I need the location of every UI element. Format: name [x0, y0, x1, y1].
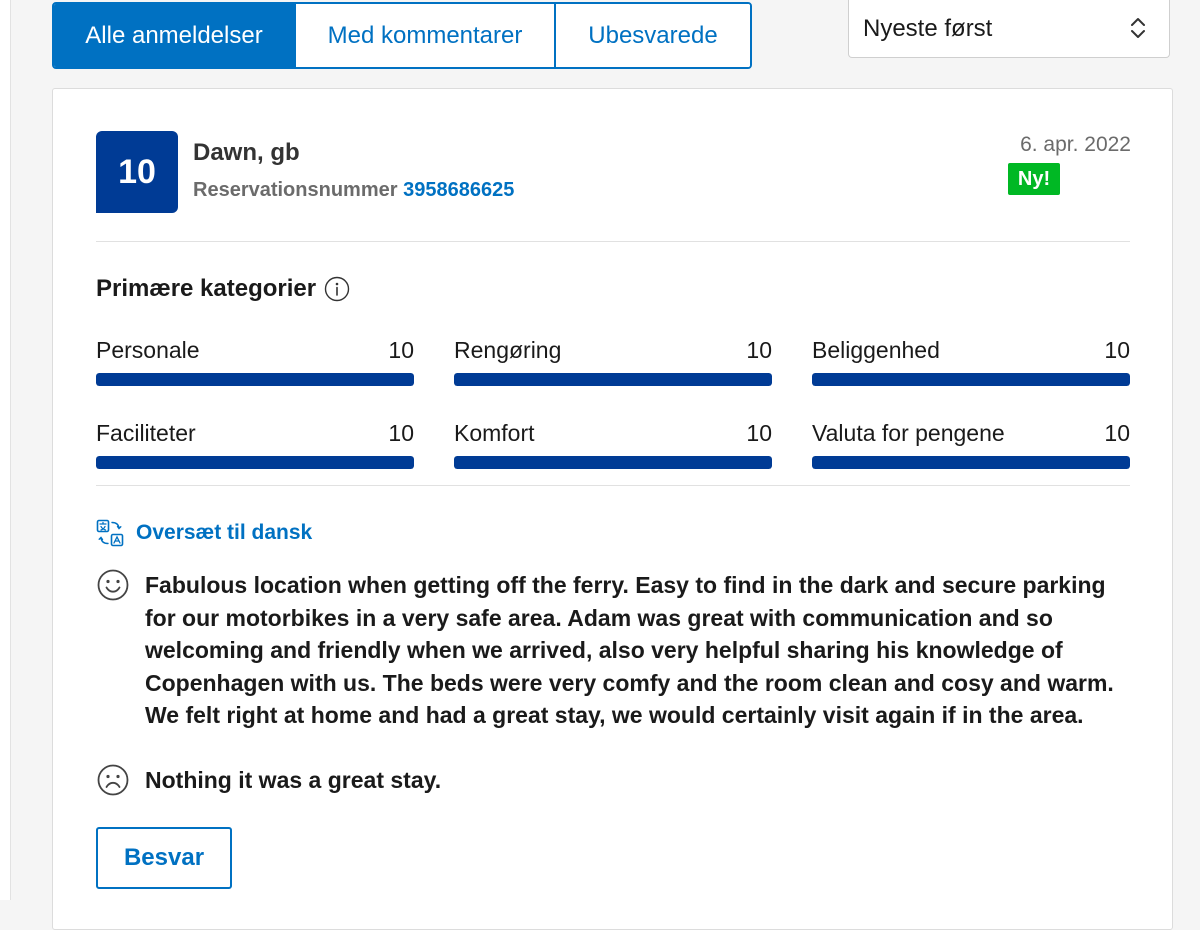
category-bar-fill [812, 373, 1130, 386]
category-bar [96, 373, 414, 386]
category-bar-fill [812, 456, 1130, 469]
negative-comment-text: Nothing it was a great stay. [145, 767, 442, 793]
category-bar-fill [96, 456, 414, 469]
divider [96, 241, 1130, 242]
categories-heading-text: Primære kategorier [96, 275, 317, 302]
category-label: Beliggenhed [812, 337, 940, 363]
category-label: Rengøring [454, 337, 562, 363]
category-label: Faciliteter [96, 420, 196, 446]
review-filter-tabs: Alle anmeldelser Med kommentarer Ubesvar… [52, 2, 752, 69]
smiley-face-icon [97, 569, 129, 601]
category-personale: Personale 10 [96, 337, 414, 387]
tab-with-comments[interactable]: Med kommentarer [296, 4, 556, 67]
category-score: 10 [746, 420, 772, 446]
category-valuta: Valuta for pengene 10 [812, 420, 1130, 470]
new-badge: Ny! [1008, 163, 1060, 195]
review-score-badge: 10 [96, 131, 178, 213]
translate-link[interactable]: Oversæt til dansk [96, 519, 312, 547]
translate-icon [96, 519, 124, 547]
reservation-number-link[interactable]: 3958686625 [403, 179, 514, 201]
chevron-up-down-icon [1131, 18, 1145, 38]
category-score: 10 [746, 337, 772, 363]
translate-label: Oversæt til dansk [136, 521, 313, 544]
category-label: Personale [96, 337, 200, 363]
category-label: Komfort [454, 420, 535, 446]
tab-all-reviews[interactable]: Alle anmeldelser [54, 4, 296, 67]
category-score: 10 [388, 337, 414, 363]
divider [96, 485, 1130, 486]
category-bar-fill [454, 373, 772, 386]
left-panel-edge [0, 0, 11, 900]
category-score: 10 [1104, 337, 1130, 363]
positive-comment-text: Fabulous location when getting off the f… [145, 572, 1114, 729]
tab-unanswered[interactable]: Ubesvarede [556, 4, 750, 67]
reply-button[interactable]: Besvar [96, 827, 232, 889]
category-faciliteter: Faciliteter 10 [96, 420, 414, 470]
positive-comment: Fabulous location when getting off the f… [96, 569, 1126, 732]
info-icon[interactable] [324, 276, 350, 302]
category-bar [812, 373, 1130, 386]
category-bar [812, 456, 1130, 469]
category-bar [454, 373, 772, 386]
reviewer-name: Dawn, gb [193, 139, 300, 166]
category-bar-fill [96, 373, 414, 386]
reservation-label: Reservationsnummer [193, 179, 398, 201]
category-bar [96, 456, 414, 469]
category-score: 10 [388, 420, 414, 446]
category-bar [454, 456, 772, 469]
sad-face-icon [97, 764, 129, 796]
categories-heading: Primære kategorier [96, 275, 350, 303]
review-date: 6. apr. 2022 [1020, 133, 1131, 156]
category-beliggenhed: Beliggenhed 10 [812, 337, 1130, 387]
category-rengoring: Rengøring 10 [454, 337, 772, 387]
category-label: Valuta for pengene [812, 420, 1005, 446]
negative-comment: Nothing it was a great stay. [96, 764, 1126, 797]
category-bar-fill [454, 456, 772, 469]
sort-select[interactable]: Nyeste først [848, 0, 1170, 58]
category-score: 10 [1104, 420, 1130, 446]
sort-selected-value: Nyeste først [863, 14, 993, 42]
category-komfort: Komfort 10 [454, 420, 772, 470]
review-card: 10 Dawn, gb Reservationsnummer 395868662… [52, 88, 1173, 930]
reservation-row: Reservationsnummer 3958686625 [193, 179, 514, 202]
